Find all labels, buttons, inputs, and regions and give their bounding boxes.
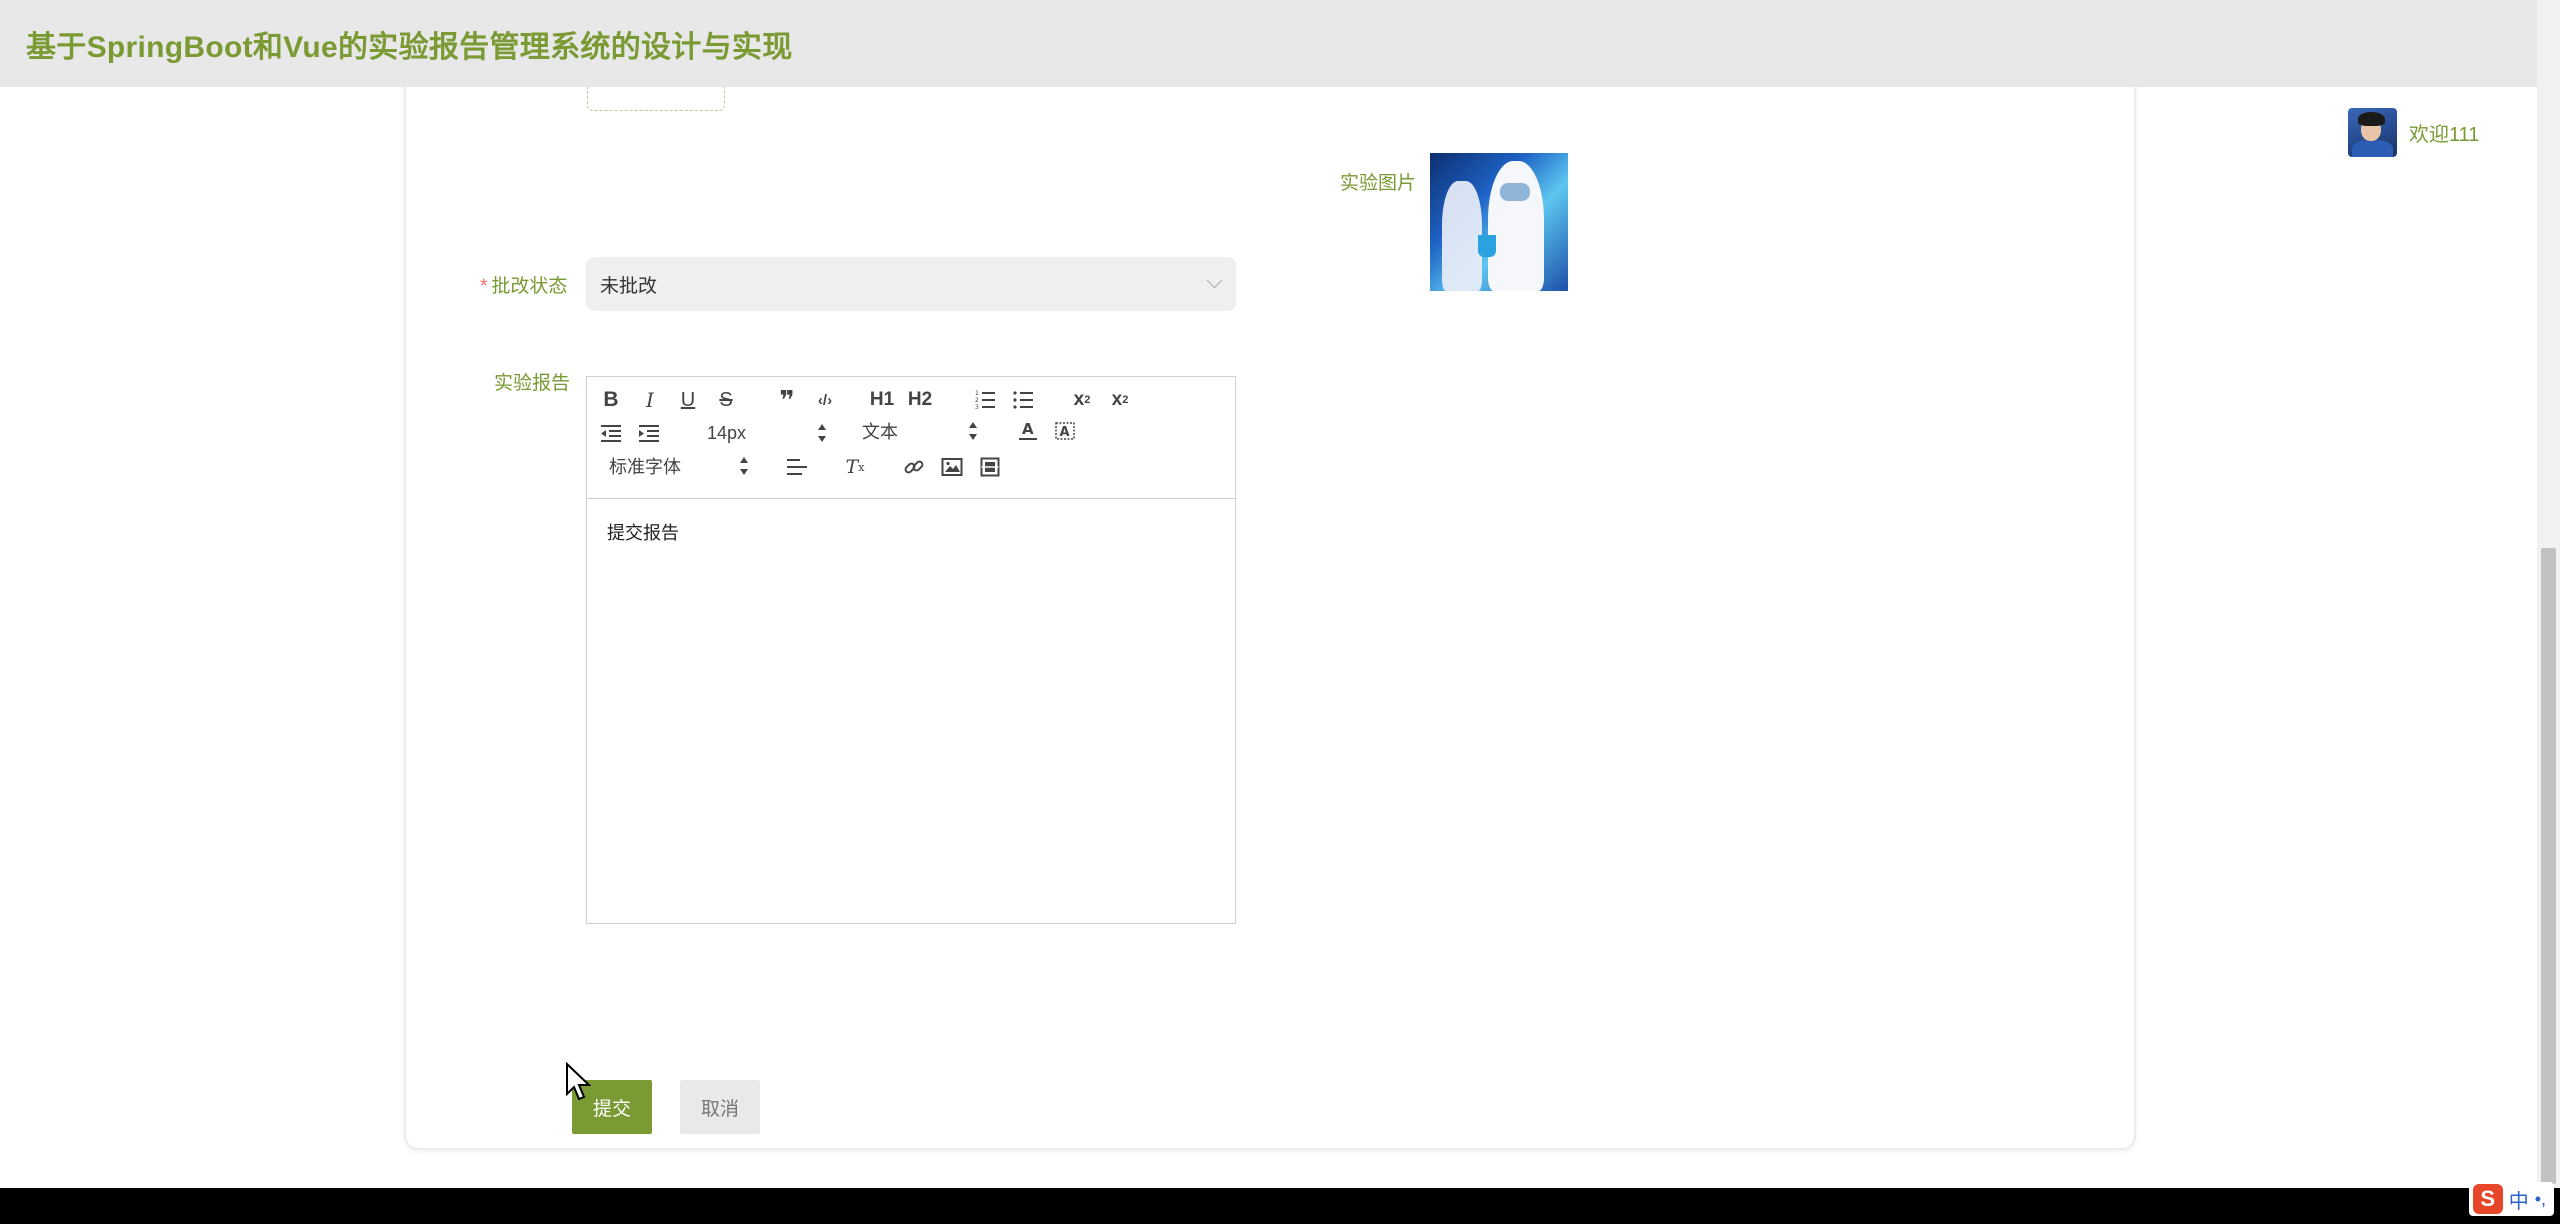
header-picker[interactable]: 文本 bbox=[862, 418, 978, 444]
image-icon[interactable] bbox=[939, 454, 965, 480]
status-label: * 批改状态 bbox=[480, 271, 567, 298]
svg-text:3: 3 bbox=[975, 404, 979, 410]
sogou-ime-icon: S bbox=[2472, 1184, 2503, 1214]
clean-format-icon[interactable]: Tx bbox=[842, 454, 868, 480]
scrollbar-thumb[interactable] bbox=[2541, 548, 2556, 1184]
svg-text:A: A bbox=[1022, 420, 1034, 438]
report-label: 实验报告 bbox=[494, 373, 571, 394]
ordered-list-icon[interactable]: 123 bbox=[972, 387, 998, 413]
required-mark: * bbox=[480, 276, 488, 297]
user-avatar[interactable] bbox=[2348, 108, 2397, 157]
blockquote-icon[interactable]: ❞ bbox=[774, 385, 800, 415]
superscript-icon[interactable]: x2 bbox=[1107, 387, 1133, 413]
font-color-icon[interactable]: A bbox=[1015, 418, 1041, 444]
indent-icon[interactable] bbox=[636, 420, 662, 446]
subscript-icon[interactable]: x2 bbox=[1069, 387, 1095, 413]
underline-icon[interactable]: U bbox=[675, 387, 701, 413]
editor-toolbar: B I U S ❞ ‹/› H1 H2 123 x2 x2 14px 文本 A … bbox=[587, 377, 1235, 499]
h2-text: H2 bbox=[907, 389, 933, 410]
editor-content[interactable]: 提交报告 bbox=[607, 519, 679, 545]
rich-text-editor: B I U S ❞ ‹/› H1 H2 123 x2 x2 14px 文本 A … bbox=[586, 376, 1236, 924]
bold-icon[interactable]: B bbox=[598, 387, 624, 413]
chevron-down-icon bbox=[1206, 272, 1223, 289]
font-family-picker[interactable]: 标准字体 bbox=[609, 453, 749, 479]
report-form-card: 实验图片 * 批改状态 未批改 实验报告 B I U S ❞ ‹/› H1 H2 … bbox=[404, 48, 2136, 1150]
h1-text: H1 bbox=[869, 389, 895, 410]
status-label-text: 批改状态 bbox=[491, 276, 568, 297]
font-size-value: 14px bbox=[707, 422, 747, 443]
mouse-cursor-icon bbox=[566, 1062, 591, 1101]
app-title: 基于SpringBoot和Vue的实验报告管理系统的设计与实现 bbox=[26, 31, 793, 64]
status-select-value: 未批改 bbox=[600, 275, 658, 297]
background-color-icon[interactable]: A bbox=[1052, 418, 1078, 444]
vertical-scrollbar[interactable] bbox=[2537, 0, 2560, 1188]
h2-icon[interactable]: H2 bbox=[907, 387, 933, 413]
italic-icon[interactable]: I bbox=[637, 387, 663, 413]
ime-indicator[interactable]: S 中 •, bbox=[2468, 1182, 2554, 1216]
ime-punctuation-icon: •, bbox=[2534, 1188, 2546, 1209]
user-menu[interactable]: 欢迎111 bbox=[2348, 108, 2479, 157]
svg-text:A: A bbox=[1060, 425, 1070, 440]
header-picker-value: 文本 bbox=[862, 422, 898, 442]
image-label: 实验图片 bbox=[1340, 173, 1417, 194]
video-icon[interactable] bbox=[977, 454, 1003, 480]
status-select[interactable]: 未批改 bbox=[586, 257, 1236, 311]
svg-text:1: 1 bbox=[975, 390, 979, 397]
h1-icon[interactable]: H1 bbox=[869, 387, 895, 413]
bullet-list-icon[interactable] bbox=[1010, 387, 1036, 413]
taskbar: S 中 •, bbox=[0, 1182, 2560, 1224]
app-header: 基于SpringBoot和Vue的实验报告管理系统的设计与实现 bbox=[0, 0, 2537, 87]
svg-text:2: 2 bbox=[975, 397, 979, 404]
welcome-text[interactable]: 欢迎111 bbox=[2409, 118, 2479, 147]
ime-mode: 中 bbox=[2508, 1190, 2529, 1213]
align-icon[interactable] bbox=[784, 454, 810, 480]
link-icon[interactable] bbox=[901, 454, 927, 480]
lab-image-thumbnail[interactable] bbox=[1430, 153, 1568, 291]
outdent-icon[interactable] bbox=[598, 420, 624, 446]
code-block-icon[interactable]: ‹/› bbox=[812, 387, 838, 413]
cancel-button[interactable]: 取消 bbox=[680, 1080, 760, 1134]
font-family-value: 标准字体 bbox=[609, 457, 681, 477]
font-size-picker[interactable]: 14px bbox=[707, 420, 827, 446]
strike-icon[interactable]: S bbox=[713, 387, 739, 413]
